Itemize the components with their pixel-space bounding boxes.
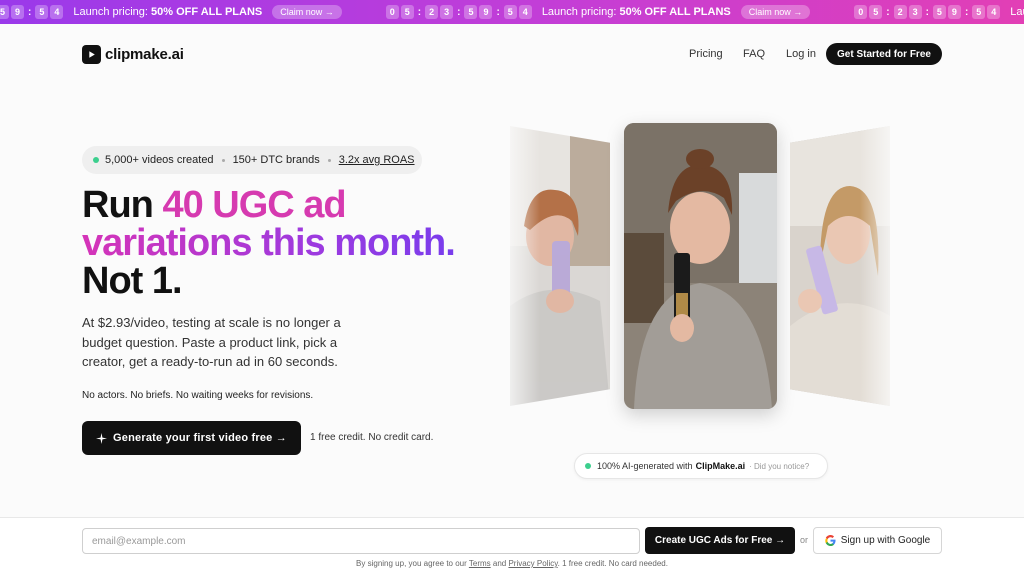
create-ugc-ads-button[interactable]: Create UGC Ads for Free → xyxy=(645,527,795,554)
credit-note: 1 free credit. No credit card. xyxy=(310,432,434,443)
hero-headline: Run 40 UGC ad variations this month. Not… xyxy=(82,186,512,300)
promo-unit: 0 5 : 2 3 : 5 9 : 5 4 Launch pricing: 50… xyxy=(385,0,811,24)
status-dot-icon xyxy=(93,157,99,163)
logo-text: clipmake.ai xyxy=(105,46,184,63)
stat-roas[interactable]: 3.2x avg ROAS xyxy=(339,154,415,166)
status-dot-icon xyxy=(585,463,591,469)
video-preview-center[interactable] xyxy=(624,123,777,409)
timer-digit: 4 xyxy=(987,5,1001,19)
privacy-policy-link[interactable]: Privacy Policy xyxy=(508,559,557,568)
signup-bar: Create UGC Ads for Free → or Sign up wit… xyxy=(0,517,1024,576)
claim-now-button[interactable]: Claim now → xyxy=(740,5,811,19)
timer-digit: 3 xyxy=(908,5,922,19)
timer-digit: 5 xyxy=(932,5,946,19)
timer-digit: 5 xyxy=(503,5,517,19)
nav-pricing-link[interactable]: Pricing xyxy=(689,48,723,60)
promo-text: Launch pricing: 50% OFF ALL PLANS xyxy=(541,6,731,18)
play-icon xyxy=(82,45,101,64)
countdown-timer: 5 9 : 5 4 xyxy=(0,5,65,19)
hero-note: No actors. No briefs. No waiting weeks f… xyxy=(82,390,314,401)
or-divider: or xyxy=(800,535,809,545)
google-signup-button[interactable]: Sign up with Google xyxy=(813,527,942,554)
timer-digit: 9 xyxy=(479,5,493,19)
claim-now-button[interactable]: Claim now → xyxy=(272,5,342,19)
hero-subcopy: At $2.93/video, testing at scale is no l… xyxy=(82,315,341,369)
promo-marquee: 5 9 : 5 4 Launch pricing: 50% OFF ALL PL… xyxy=(0,0,1024,24)
terms-link[interactable]: Terms xyxy=(469,559,491,568)
timer-digit: 2 xyxy=(893,5,907,19)
email-field[interactable] xyxy=(82,528,640,554)
logo[interactable]: clipmake.ai xyxy=(82,45,184,64)
timer-digit: 5 xyxy=(400,5,414,19)
timer-digit: 9 xyxy=(11,5,24,19)
stats-pill: 5,000+ videos created 150+ DTC brands 3.… xyxy=(82,146,422,174)
brand-name: ClipMake.ai xyxy=(695,461,746,471)
nav-faq-link[interactable]: FAQ xyxy=(743,48,765,60)
stat-videos: 5,000+ videos created xyxy=(105,154,214,166)
legal-text: By signing up, you agree to our Terms an… xyxy=(356,559,668,568)
stat-brands: 150+ DTC brands xyxy=(232,154,320,166)
promo-text: Launch pricing: 50% OFF ALL PLANS xyxy=(1010,6,1024,18)
ai-generated-badge: 100% AI-generated with ClipMake.ai · Did… xyxy=(574,453,828,479)
timer-digit: 9 xyxy=(947,5,961,19)
separator-dot xyxy=(221,158,225,162)
video-thumbnail xyxy=(624,123,777,409)
google-icon xyxy=(825,535,836,546)
separator-dot xyxy=(327,158,331,162)
headline-line-3: Not 1. xyxy=(82,260,183,302)
timer-digit: 5 xyxy=(464,5,478,19)
timer-digit: 5 xyxy=(972,5,986,19)
nav-login-link[interactable]: Log in xyxy=(786,48,816,60)
generate-video-button[interactable]: Generate your first video free → xyxy=(82,421,301,455)
countdown-timer: 0 5 : 2 3 : 5 9 : 5 4 xyxy=(385,5,534,19)
google-signup-label: Sign up with Google xyxy=(840,535,931,546)
promo-text: Launch pricing: 50% OFF ALL PLANS xyxy=(73,6,263,18)
timer-digit: 0 xyxy=(385,5,399,19)
timer-digit: 5 xyxy=(0,5,9,19)
get-started-button[interactable]: Get Started for Free xyxy=(826,43,942,65)
countdown-timer: 0 5 : 2 3 : 5 9 : 5 4 xyxy=(854,5,1002,19)
timer-digit: 0 xyxy=(854,5,868,19)
top-navigation: clipmake.ai Pricing FAQ Log in Get Start… xyxy=(0,24,1024,84)
generate-video-label: Generate your first video free → xyxy=(113,432,287,444)
timer-digit: 2 xyxy=(425,5,439,19)
timer-digit: 3 xyxy=(440,5,454,19)
headline-accent-line: variations this month. xyxy=(82,224,512,262)
timer-digit: 4 xyxy=(518,5,532,19)
sparkle-icon xyxy=(96,432,108,444)
timer-digit: 4 xyxy=(50,5,64,19)
promo-unit: 5 9 : 5 4 Launch pricing: 50% OFF ALL PL… xyxy=(0,0,342,24)
timer-digit: 5 xyxy=(35,5,49,19)
promo-banner: 5 9 : 5 4 Launch pricing: 50% OFF ALL PL… xyxy=(0,0,1024,24)
timer-digit: 5 xyxy=(869,5,883,19)
promo-unit: 0 5 : 2 3 : 5 9 : 5 4 Launch pricing: 50… xyxy=(854,0,1024,24)
headline-accent: 40 UGC ad xyxy=(162,184,346,226)
